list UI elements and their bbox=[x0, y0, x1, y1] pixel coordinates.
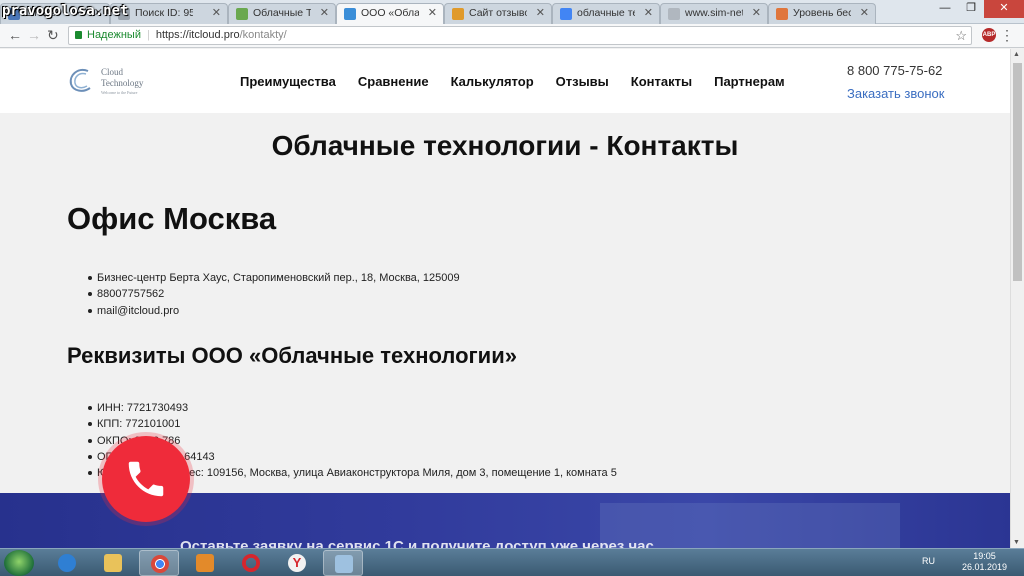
tab-title: Уровень беспл bbox=[793, 7, 851, 19]
taskbar-opera[interactable] bbox=[231, 550, 271, 576]
tab-strip: Отзыв ✕ Поиск ID: 9571 ✕ Облачные Тех ✕ … bbox=[0, 0, 1024, 24]
tab-title: Сайт отзывов bbox=[469, 7, 527, 19]
scroll-down-icon[interactable]: ▼ bbox=[1013, 539, 1020, 546]
nav-item-comparison[interactable]: Сравнение bbox=[358, 74, 429, 89]
close-icon[interactable]: ✕ bbox=[536, 6, 545, 19]
language-indicator[interactable]: RU bbox=[922, 556, 935, 566]
header-phone[interactable]: 8 800 775-75-62 bbox=[847, 63, 942, 78]
tab-title: www.sim-netwo bbox=[685, 7, 743, 19]
favicon-icon bbox=[452, 8, 464, 20]
close-icon[interactable]: ✕ bbox=[644, 6, 653, 19]
tab-6[interactable]: www.sim-netwo ✕ bbox=[660, 3, 768, 24]
watermark: pravogolosa.net bbox=[2, 3, 129, 19]
tab-2[interactable]: Облачные Тех ✕ bbox=[228, 3, 336, 24]
adblock-extension-icon[interactable]: ABP bbox=[982, 28, 996, 42]
phone-icon bbox=[128, 461, 164, 497]
tab-4[interactable]: Сайт отзывов ✕ bbox=[444, 3, 552, 24]
scroll-up-icon[interactable]: ▲ bbox=[1013, 51, 1020, 58]
minimize-icon[interactable]: — bbox=[932, 0, 958, 18]
maximize-icon[interactable]: ❐ bbox=[958, 0, 984, 18]
reload-icon[interactable]: ↻ bbox=[47, 27, 59, 44]
taskbar-chrome[interactable] bbox=[139, 550, 179, 576]
logo[interactable]: Cloud Technology Welcome to the Future bbox=[66, 65, 156, 99]
taskbar: Y RU 19:05 26.01.2019 bbox=[0, 548, 1024, 576]
page-scrollbar[interactable]: ▲ ▼ bbox=[1010, 49, 1024, 548]
close-icon[interactable]: ✕ bbox=[428, 6, 437, 19]
taskbar-explorer[interactable] bbox=[93, 550, 133, 576]
tab-title: ООО «Облачн bbox=[361, 7, 419, 19]
nav-item-calculator[interactable]: Калькулятор bbox=[451, 74, 534, 89]
tab-title: Поиск ID: 9571 bbox=[135, 7, 193, 19]
start-button[interactable] bbox=[4, 550, 34, 576]
media-player-icon bbox=[196, 554, 214, 572]
chrome-icon bbox=[151, 555, 169, 573]
list-item: Бизнес-центр Берта Хаус, Старопименовски… bbox=[88, 270, 460, 286]
taskbar-app[interactable] bbox=[323, 550, 363, 576]
address-bar[interactable]: Надежный | https://itcloud.pro/kontakty/ ☆ bbox=[68, 26, 972, 45]
logo-tagline: Welcome to the Future bbox=[101, 90, 138, 95]
favicon-icon bbox=[776, 8, 788, 20]
back-icon[interactable]: ← bbox=[8, 27, 22, 43]
yandex-icon: Y bbox=[288, 554, 306, 572]
tab-3[interactable]: ООО «Облачн ✕ bbox=[336, 3, 444, 24]
bookmark-star-icon[interactable]: ☆ bbox=[955, 27, 967, 44]
tab-7[interactable]: Уровень беспл ✕ bbox=[768, 3, 876, 24]
browser-menu-icon[interactable]: ⋮ bbox=[1000, 27, 1014, 44]
call-button[interactable] bbox=[102, 436, 190, 522]
nav-item-reviews[interactable]: Отзывы bbox=[556, 74, 609, 89]
window-controls: — ❐ ✕ bbox=[932, 0, 1024, 18]
app-icon bbox=[335, 555, 353, 573]
list-item[interactable]: mail@itcloud.pro bbox=[88, 303, 460, 319]
clock-time: 19:05 bbox=[973, 551, 996, 561]
close-icon[interactable]: ✕ bbox=[752, 6, 761, 19]
browser-toolbar: ← → ↻ Надежный | https://itcloud.pro/konta… bbox=[0, 24, 1024, 48]
logo-line1: Cloud bbox=[101, 67, 124, 77]
favicon-icon bbox=[344, 8, 356, 20]
opera-icon bbox=[242, 554, 260, 572]
logo-line2: Technology bbox=[101, 78, 144, 88]
cloud-logo-icon bbox=[69, 69, 91, 92]
favicon-icon bbox=[560, 8, 572, 20]
site-header: Cloud Technology Welcome to the Future П… bbox=[0, 49, 1010, 113]
close-icon[interactable]: ✕ bbox=[320, 6, 329, 19]
lock-icon bbox=[75, 31, 82, 39]
scroll-thumb[interactable] bbox=[1013, 63, 1022, 281]
main-nav: Преимущества Сравнение Калькулятор Отзыв… bbox=[240, 74, 807, 89]
office-list: Бизнес-центр Берта Хаус, Старопименовски… bbox=[88, 270, 460, 319]
list-item[interactable]: 88007757562 bbox=[88, 286, 460, 302]
tab-5[interactable]: облачные техн ✕ bbox=[552, 3, 660, 24]
clock[interactable]: 19:05 26.01.2019 bbox=[962, 551, 1007, 573]
url-path: /kontakty/ bbox=[239, 29, 287, 41]
taskbar-media[interactable] bbox=[185, 550, 225, 576]
office-heading: Офис Москва bbox=[67, 201, 277, 236]
nav-item-contacts[interactable]: Контакты bbox=[631, 74, 692, 89]
ie-icon bbox=[58, 554, 76, 572]
separator: | bbox=[146, 29, 150, 41]
close-icon[interactable]: ✕ bbox=[212, 6, 221, 19]
nav-item-partners[interactable]: Партнерам bbox=[714, 74, 785, 89]
folder-icon bbox=[104, 554, 122, 572]
clock-date: 26.01.2019 bbox=[962, 562, 1008, 572]
callback-link[interactable]: Заказать звонок bbox=[847, 86, 944, 101]
taskbar-yandex[interactable]: Y bbox=[277, 550, 317, 576]
tab-title: облачные техн bbox=[577, 7, 635, 19]
secure-label: Надежный bbox=[87, 29, 141, 41]
favicon-icon bbox=[236, 8, 248, 20]
list-item: ИНН: 7721730493 bbox=[88, 400, 617, 416]
window-close-icon[interactable]: ✕ bbox=[984, 0, 1024, 18]
forward-icon[interactable]: → bbox=[27, 27, 41, 43]
close-icon[interactable]: ✕ bbox=[860, 6, 869, 19]
favicon-icon bbox=[668, 8, 680, 20]
requisites-heading: Реквизиты ООО «Облачные технологии» bbox=[67, 343, 517, 368]
nav-item-advantages[interactable]: Преимущества bbox=[240, 74, 336, 89]
tab-title: Облачные Тех bbox=[253, 7, 311, 19]
taskbar-ie[interactable] bbox=[47, 550, 87, 576]
url-host: https://itcloud.pro bbox=[155, 29, 240, 41]
list-item: КПП: 772101001 bbox=[88, 416, 617, 432]
page-title: Облачные технологии - Контакты bbox=[271, 130, 739, 161]
